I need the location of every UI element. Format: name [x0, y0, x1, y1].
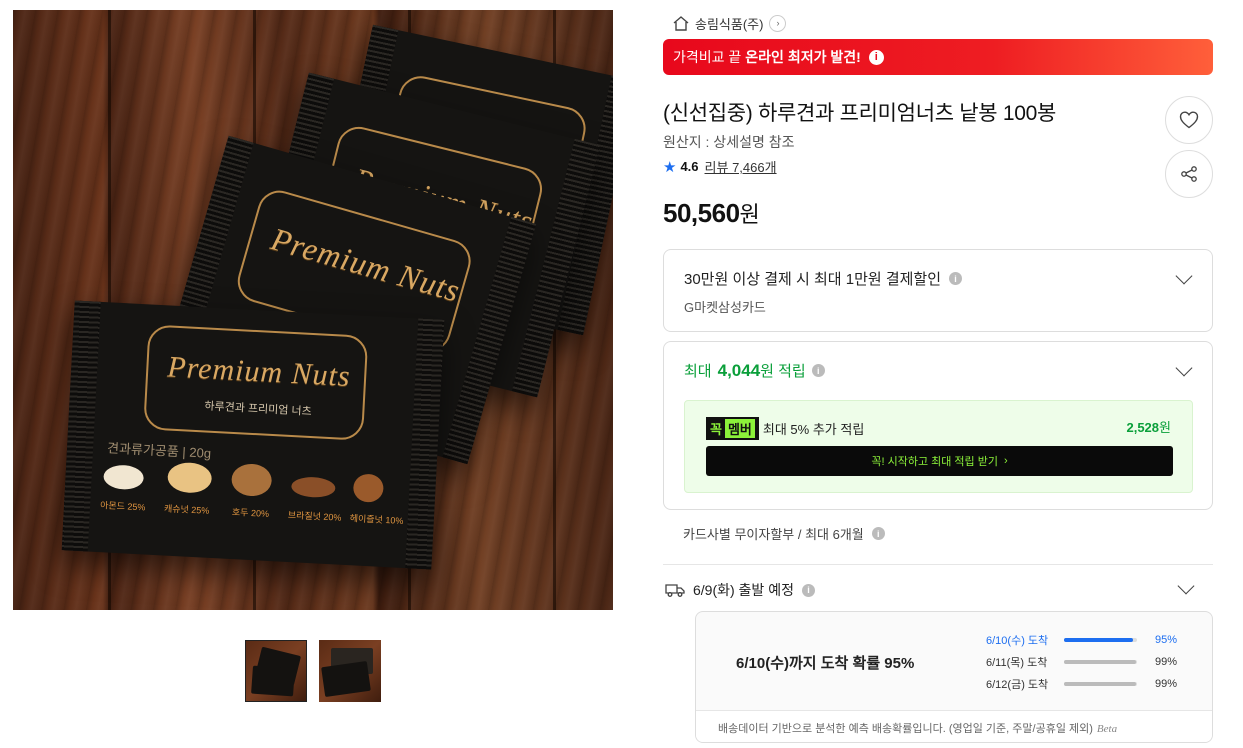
info-icon[interactable]: i	[949, 272, 963, 285]
walnut-shape	[230, 462, 273, 498]
shipping-row[interactable]: 6/9(화) 출발 예정 i	[665, 580, 815, 600]
member-badge: 꼭 멤버	[706, 417, 759, 440]
info-icon[interactable]: i	[868, 49, 884, 65]
arrival-footnote-area: 배송데이터 기반으로 분석한 예측 배송확률입니다. (영업일 기준, 주말/공…	[696, 710, 1212, 742]
discount-card-name: G마켓삼성카드	[684, 300, 766, 315]
beta-label: Beta	[1096, 723, 1118, 735]
chevron-down-icon[interactable]	[1175, 267, 1193, 285]
points-amount: 4,044	[717, 360, 761, 380]
card-discount-panel[interactable]: 30만원 이상 결제 시 최대 1만원 결제할인 i G마켓삼성카드	[663, 249, 1213, 332]
lowest-price-banner[interactable]: 가격비교 끝 온라인 최저가 발견! i	[663, 39, 1213, 75]
promo-highlight: 온라인 최저가 발견!	[745, 49, 861, 65]
product-rating: ★ 4.6 리뷰 7,466개	[663, 157, 777, 176]
arrival-row: 6/11(목) 도착 99%	[986, 656, 1178, 669]
info-icon[interactable]: i	[811, 364, 825, 377]
shipping-label: 6/9(화) 출발 예정	[693, 582, 794, 598]
discount-title-row: 30만원 이상 결제 시 최대 1만원 결제할인 i	[684, 268, 963, 289]
member-bonus-text: 최대 5% 추가 적립	[762, 422, 865, 437]
installment-text: 카드사별 무이자할부 / 최대 6개월	[683, 527, 864, 542]
nut-label: 캐슈넛 25%	[163, 503, 210, 516]
brazil-nut-shape	[290, 476, 336, 499]
price-value: 50,560	[663, 198, 740, 228]
thumbnail-1[interactable]	[245, 640, 307, 702]
arrival-headline: 6/10(수)까지 도착 확률 95%	[736, 655, 915, 672]
product-main-image: Premium Nuts Premium Nuts Premium Nuts 하…	[13, 10, 613, 610]
installment-info: 카드사별 무이자할부 / 최대 6개월 i	[683, 524, 885, 543]
nut-label: 호두 20%	[231, 507, 270, 519]
share-button[interactable]	[1165, 150, 1213, 198]
rating-score: 4.6	[680, 159, 699, 174]
thumbnail-2[interactable]	[319, 640, 381, 702]
pack-weight: 견과류가공품 | 20g	[106, 440, 212, 461]
arrival-footnote: 배송데이터 기반으로 분석한 예측 배송확률입니다. (영업일 기준, 주말/공…	[718, 723, 1118, 735]
chevron-down-icon[interactable]	[1175, 359, 1193, 377]
home-icon	[673, 15, 689, 31]
arrival-row: 6/12(금) 도착 99%	[986, 678, 1178, 691]
cashew-shape	[166, 461, 213, 494]
truck-icon	[665, 584, 685, 597]
member-start-button[interactable]: 꼭! 시작하고 최대 적립 받기 ›	[706, 446, 1173, 476]
heart-icon	[1179, 111, 1199, 129]
product-title: (신선집중) 하루견과 프리미엄너츠 낱봉 100봉	[663, 102, 1057, 125]
member-bonus-box: 꼭 멤버 최대 5% 추가 적립 2,528원 꼭! 시작하고 최대 적립 받기 …	[684, 400, 1193, 493]
review-link[interactable]: 리뷰 7,466개	[705, 157, 777, 176]
points-panel: 최대 4,044 원 적립 i 꼭 멤버 최대 5% 추가 적립 2,528원 꼭!…	[663, 341, 1213, 510]
points-prefix: 최대	[684, 363, 712, 380]
divider	[663, 564, 1213, 565]
info-icon[interactable]: i	[871, 527, 885, 540]
nut-label: 브라질넛 20%	[287, 509, 342, 523]
product-price: 50,560원	[663, 197, 760, 229]
member-row: 꼭 멤버 최대 5% 추가 적립	[706, 417, 864, 440]
chevron-right-icon: ›	[1003, 455, 1008, 467]
probability-bar	[1064, 660, 1137, 664]
almond-shape	[103, 464, 145, 491]
hazelnut-shape	[352, 473, 385, 503]
promo-prefix: 가격비교 끝	[673, 49, 742, 65]
store-name: 송림식품(주)	[695, 16, 764, 32]
price-unit: 원	[739, 202, 760, 227]
probability-bar	[1064, 638, 1137, 642]
chevron-down-icon[interactable]	[1177, 577, 1195, 595]
points-suffix: 원 적립	[760, 363, 806, 380]
info-icon[interactable]: i	[801, 583, 815, 597]
arrival-row: 6/10(수) 도착 95%	[986, 634, 1178, 647]
probability-bar	[1064, 682, 1137, 686]
discount-title: 30만원 이상 결제 시 최대 1만원 결제할인	[684, 271, 942, 288]
star-icon: ★	[663, 158, 677, 176]
arrival-rows: 6/10(수) 도착 95% 6/11(목) 도착 99% 6/12(금) 도착…	[986, 629, 1177, 695]
points-header[interactable]: 최대 4,044 원 적립 i	[684, 360, 825, 381]
share-icon	[1181, 166, 1197, 182]
nut-pack-front: Premium Nuts 하루견과 프리미엄 너츠 견과류가공품 | 20g 아…	[61, 300, 445, 570]
member-bonus-amount: 2,528원	[1126, 420, 1171, 435]
nut-label: 헤이즐넛 10%	[349, 513, 404, 526]
store-link[interactable]: 송림식품(주) ›	[673, 13, 787, 33]
arrival-probability-box: 6/10(수)까지 도착 확률 95% 6/10(수) 도착 95% 6/11(…	[695, 611, 1213, 743]
chevron-right-icon: ›	[769, 14, 787, 32]
product-origin: 원산지 : 상세설명 참조	[663, 134, 795, 150]
wishlist-button[interactable]	[1165, 96, 1213, 144]
nut-label: 아몬드 25%	[99, 500, 146, 513]
